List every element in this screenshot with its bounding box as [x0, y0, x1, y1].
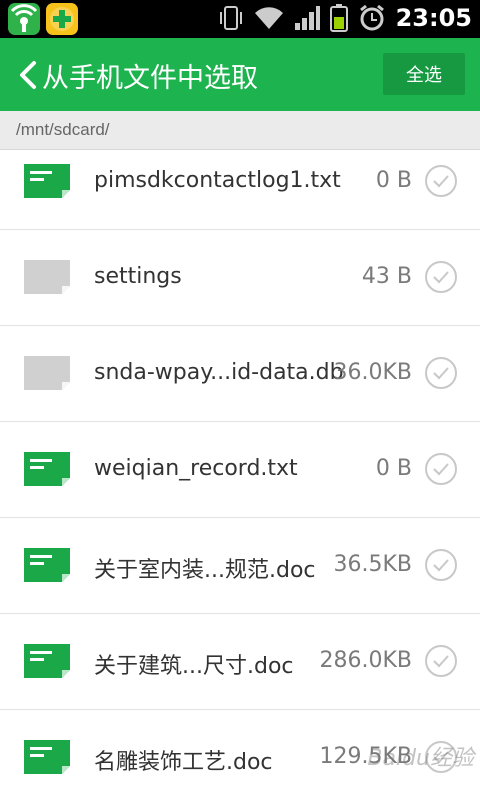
title-bar: 从手机文件中选取 全选: [0, 38, 480, 111]
file-size: 36.5KB: [333, 552, 412, 577]
status-time: 23:05: [395, 4, 472, 32]
gray-file-icon: [24, 260, 70, 294]
signal-icon: [294, 6, 320, 30]
battery-icon: [329, 4, 348, 32]
back-arrow-icon[interactable]: [14, 60, 44, 90]
green-document-icon: [24, 548, 70, 582]
file-size: 43 B: [361, 264, 412, 289]
path-breadcrumb: /mnt/sdcard/: [0, 111, 480, 150]
checkbox-icon[interactable]: [424, 164, 458, 198]
status-bar: 23:05: [0, 0, 480, 38]
file-row[interactable]: settings 43 B: [0, 230, 480, 326]
file-name: 名雕装饰工艺.doc: [94, 750, 273, 775]
current-path: /mnt/sdcard/: [16, 120, 110, 139]
file-row[interactable]: 关于室内装...规范.doc 36.5KB: [0, 518, 480, 614]
green-document-icon: [24, 164, 70, 198]
file-name: 关于室内装...规范.doc: [94, 558, 316, 583]
checkbox-icon[interactable]: [424, 452, 458, 486]
file-row[interactable]: pimsdkcontactlog1.txt 0 B: [0, 150, 480, 230]
checkbox-icon[interactable]: [424, 260, 458, 294]
checkbox-icon[interactable]: [424, 644, 458, 678]
select-all-button[interactable]: 全选: [383, 53, 465, 95]
green-document-icon: [24, 644, 70, 678]
file-row[interactable]: snda-wpay...id-data.db 36.0KB: [0, 326, 480, 422]
file-name: 关于建筑...尺寸.doc: [94, 654, 294, 679]
vibrate-icon: [219, 6, 242, 30]
wifi-icon: [254, 7, 283, 29]
file-size: 0 B: [375, 456, 412, 481]
file-row[interactable]: weiqian_record.txt 0 B: [0, 422, 480, 518]
file-row[interactable]: 关于建筑...尺寸.doc 286.0KB: [0, 614, 480, 710]
app-icon-green: [8, 3, 40, 35]
checkbox-icon[interactable]: [424, 548, 458, 582]
file-name: settings: [94, 264, 182, 289]
file-size: 286.0KB: [319, 648, 412, 673]
checkbox-icon[interactable]: [424, 356, 458, 390]
file-name: snda-wpay...id-data.db: [94, 360, 344, 385]
file-size: 36.0KB: [333, 360, 412, 385]
file-name: weiqian_record.txt: [94, 456, 298, 481]
alarm-icon: [359, 4, 384, 31]
app-icon-yellow: [46, 3, 78, 35]
green-document-icon: [24, 452, 70, 486]
gray-file-icon: [24, 356, 70, 390]
file-list: pimsdkcontactlog1.txt 0 B settings 43 B …: [0, 150, 480, 800]
file-size: 0 B: [375, 168, 412, 193]
watermark: Baidu经验: [367, 746, 474, 771]
green-document-icon: [24, 740, 70, 774]
file-name: pimsdkcontactlog1.txt: [94, 168, 341, 193]
page-title: 从手机文件中选取: [42, 63, 258, 94]
